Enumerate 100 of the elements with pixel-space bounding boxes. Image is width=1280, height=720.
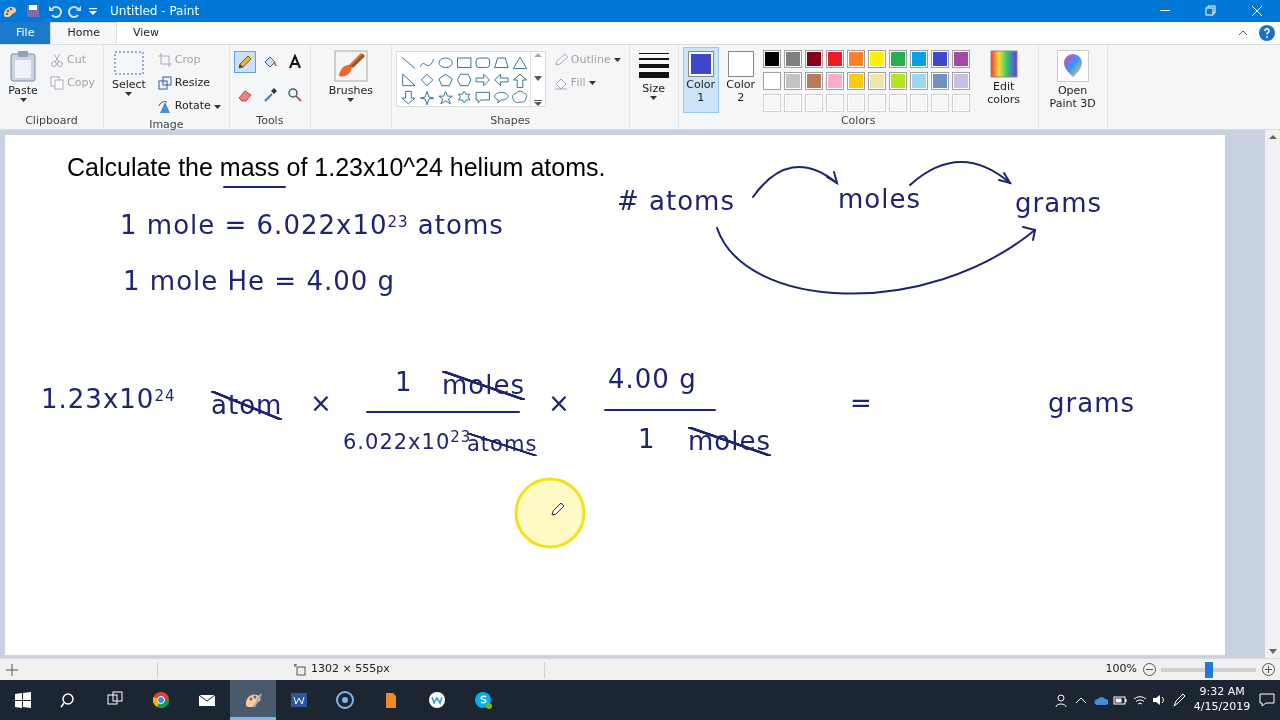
window-title: Untitled - Paint [110, 3, 200, 20]
browser-icon [152, 691, 170, 709]
chat-app-icon [474, 691, 492, 709]
handwritten-text: = [850, 389, 873, 418]
custom-color-slot[interactable] [951, 94, 970, 112]
scroll-down-icon[interactable] [534, 76, 543, 81]
wifi-icon[interactable] [1132, 693, 1147, 707]
palette-color[interactable] [951, 72, 970, 90]
palette-color[interactable] [762, 50, 781, 68]
group-label: Tools [255, 113, 285, 129]
palette-color[interactable] [951, 50, 970, 68]
ribbon-button[interactable]: Edit colors [973, 47, 1034, 113]
palette-color[interactable] [783, 72, 802, 90]
circle-app-icon [336, 691, 354, 709]
custom-color-slot[interactable] [846, 94, 865, 112]
vertical-scrollbar[interactable] [1265, 130, 1280, 658]
custom-color-slot[interactable] [783, 94, 802, 112]
collapse-ribbon-icon[interactable] [1237, 30, 1248, 36]
color-selector[interactable]: Color 1 [682, 47, 719, 113]
palette-color[interactable] [783, 50, 802, 68]
paint-3d-icon [1056, 50, 1089, 82]
notification-icon[interactable] [1258, 692, 1275, 708]
people-icon[interactable] [1054, 693, 1069, 707]
ribbon-button[interactable]: Paste [4, 47, 42, 113]
handwritten-text: 1 mole = 6.022x10$^{23}$ atoms [120, 211, 504, 240]
help-icon[interactable] [1258, 25, 1275, 41]
battery-icon[interactable] [1113, 693, 1128, 707]
clock-date: 4/15/2019 [1193, 700, 1251, 715]
more-icon[interactable] [534, 100, 543, 106]
ribbon-button[interactable]: Select [107, 47, 150, 117]
handwritten-text: 1 mole He = 4.00 g [123, 267, 396, 296]
volume-icon[interactable] [1152, 693, 1167, 707]
close-icon [1251, 5, 1263, 17]
zoom-level-text: 100% [1105, 661, 1137, 678]
redo-icon[interactable] [68, 4, 82, 18]
undo-icon[interactable] [48, 4, 62, 18]
ribbon-button[interactable]: Brushes [320, 47, 381, 113]
palette-color[interactable] [825, 50, 844, 68]
palette-color[interactable] [888, 72, 907, 90]
paint-palette-icon [244, 691, 262, 709]
palette-color[interactable] [867, 72, 886, 90]
caret-icon [125, 91, 133, 96]
file-menu-tab[interactable]: File [0, 22, 51, 44]
selection-icon [112, 50, 145, 76]
bucket-icon [553, 76, 568, 91]
ribbon-button[interactable]: Rotate [153, 96, 225, 117]
palette-color[interactable] [930, 72, 949, 90]
brush-icon [333, 50, 368, 82]
rainbow-icon [989, 50, 1018, 78]
palette-color[interactable] [825, 72, 844, 90]
selection-size-icon [293, 663, 306, 676]
restore-icon [1205, 5, 1217, 17]
palette-color[interactable] [762, 72, 781, 90]
palette-color[interactable] [909, 72, 928, 90]
scroll-up-icon[interactable] [534, 52, 543, 57]
clock-time: 9:32 AM [1198, 685, 1246, 700]
custom-color-slot[interactable] [888, 94, 907, 112]
custom-color-slot[interactable] [825, 94, 844, 112]
handwritten-text: 4.00 g [608, 365, 697, 394]
palette-color[interactable] [867, 50, 886, 68]
color-selector[interactable]: Color 2 [722, 47, 759, 113]
palette-color[interactable] [909, 50, 928, 68]
caret-icon [650, 95, 658, 100]
palette-color[interactable] [804, 50, 823, 68]
magnifier-icon [286, 86, 303, 103]
caret-icon [347, 97, 355, 102]
handwritten-text: 1.23x10$^{24}$ [41, 385, 176, 414]
group-label: Clipboard [24, 113, 79, 129]
palette-color[interactable] [804, 72, 823, 90]
canvas-heading: Calculate the mass of 1.23x10^24 helium atoms. [67, 155, 606, 180]
zoom-slider-thumb[interactable] [1204, 661, 1213, 678]
crop-icon [157, 53, 172, 67]
ribbon-tab[interactable]: Home [50, 22, 117, 44]
pen-outline-icon [553, 53, 568, 67]
word-icon [290, 691, 308, 709]
custom-color-slot[interactable] [804, 94, 823, 112]
ribbon-button[interactable]: Size [633, 47, 674, 113]
custom-color-slot[interactable] [762, 94, 781, 112]
pencil-icon [236, 54, 253, 70]
save-icon[interactable] [26, 4, 40, 18]
zoom-out-icon[interactable] [1142, 663, 1156, 676]
pen-icon[interactable] [1171, 693, 1186, 707]
handwritten-text: moles [838, 185, 921, 214]
palette-color[interactable] [846, 50, 865, 68]
custom-color-slot[interactable] [909, 94, 928, 112]
line-width-icon [637, 50, 670, 80]
custom-color-slot[interactable] [930, 94, 949, 112]
handwritten-text: 1 [395, 368, 413, 397]
text-tool-icon [286, 54, 303, 70]
custom-color-slot[interactable] [867, 94, 886, 112]
underline-mark [223, 186, 286, 188]
cursor-position-icon [5, 663, 18, 676]
zoom-in-icon[interactable] [1261, 663, 1275, 676]
caret-icon [613, 58, 621, 62]
ribbon-button[interactable]: Open Paint 3D [1042, 47, 1103, 114]
ribbon-button[interactable]: Resize [153, 73, 225, 94]
palette-color[interactable] [930, 50, 949, 68]
palette-color[interactable] [846, 72, 865, 90]
customize-dropdown-icon[interactable] [88, 6, 98, 16]
palette-color[interactable] [888, 50, 907, 68]
